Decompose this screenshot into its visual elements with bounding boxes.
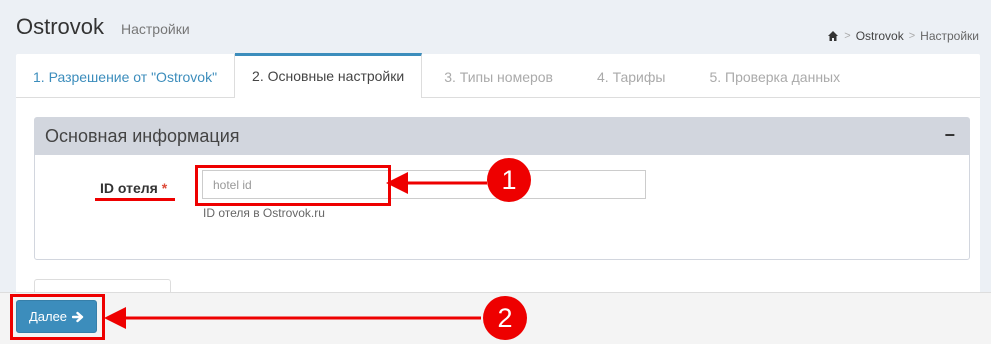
button-highlight-annotation <box>10 294 105 340</box>
breadcrumb-separator: > <box>908 30 916 42</box>
tab-room-types: 3. Типы номеров <box>444 69 553 85</box>
breadcrumb: > Ostrovok > Настройки <box>827 29 979 43</box>
hotel-id-label: ID отеля * <box>100 180 167 196</box>
home-icon[interactable] <box>827 30 839 42</box>
breadcrumb-item-ostrovok[interactable]: Ostrovok <box>856 29 904 43</box>
breadcrumb-separator: > <box>844 30 851 42</box>
annotation-badge-2: 2 <box>483 296 527 340</box>
annotation-badge-1: 1 <box>487 158 531 202</box>
tab-ostrovok-permission[interactable]: 1. Разрешение от "Ostrovok" <box>16 54 236 98</box>
hotel-id-help: ID отеля в Ostrovok.ru <box>203 206 325 220</box>
box-title: Основная информация <box>45 126 240 146</box>
hotel-id-label-text: ID отеля <box>100 180 158 196</box>
page-subtitle: Настройки <box>121 21 190 37</box>
collapse-icon[interactable]: − <box>944 125 955 146</box>
page-header: Ostrovok Настройки > Ostrovok > Настройк… <box>0 0 991 52</box>
required-mark: * <box>161 180 168 196</box>
box-header: Основная информация − <box>35 118 969 155</box>
tab-main-settings[interactable]: 2. Основные настройки <box>235 53 423 98</box>
label-underline-annotation <box>95 198 175 201</box>
tab-data-check: 5. Проверка данных <box>709 69 841 85</box>
tab-rates: 4. Тарифы <box>597 69 666 85</box>
input-highlight-annotation <box>195 165 391 206</box>
page-title: Ostrovok <box>16 14 105 39</box>
wizard-tabs: 1. Разрешение от "Ostrovok" 2. Основные … <box>16 53 980 98</box>
breadcrumb-current: Настройки <box>920 29 979 43</box>
